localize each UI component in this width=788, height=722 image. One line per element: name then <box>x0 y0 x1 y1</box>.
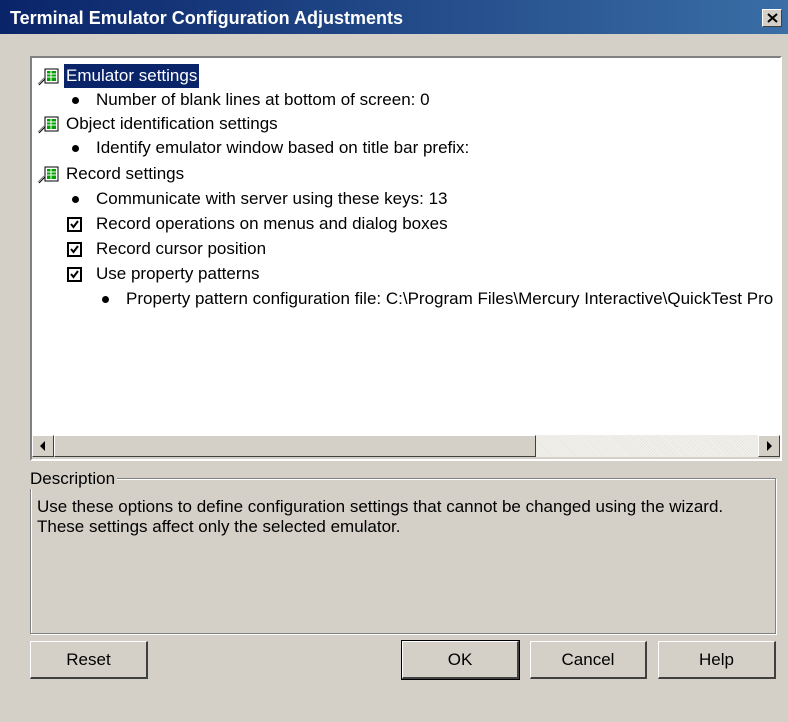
tree-item-label: Property pattern configuration file: C:\… <box>126 289 774 308</box>
scroll-right-button[interactable] <box>758 435 780 457</box>
tree-content: Emulator settings Number of blank lines … <box>32 58 778 435</box>
arrow-left-icon <box>40 441 45 451</box>
horizontal-scrollbar[interactable] <box>32 435 780 459</box>
tree-item[interactable]: Number of blank lines at bottom of scree… <box>32 88 432 112</box>
description-line: These settings affect only the selected … <box>37 517 401 536</box>
help-button[interactable]: Help <box>658 641 776 679</box>
description-line: Use these options to define configuratio… <box>37 497 724 516</box>
checkmark-icon <box>70 245 79 254</box>
tree-item[interactable]: Identify emulator window based on title … <box>32 136 471 160</box>
close-icon <box>767 13 778 23</box>
checkmark-icon <box>70 220 79 229</box>
settings-category-icon <box>37 166 59 184</box>
tree-checkbox-item[interactable]: Use property patterns <box>32 262 261 286</box>
tree-item-label: Identify emulator window based on title … <box>96 138 470 157</box>
bullet-icon <box>72 196 79 203</box>
settings-tree[interactable]: Emulator settings Number of blank lines … <box>30 56 782 461</box>
close-button[interactable] <box>762 9 782 27</box>
tree-category-emulator-settings[interactable]: Emulator settings <box>36 64 336 88</box>
scroll-thumb[interactable] <box>54 435 536 457</box>
property-patterns-checkbox[interactable] <box>67 267 82 282</box>
scroll-left-button[interactable] <box>32 435 54 457</box>
bullet-icon <box>72 145 79 152</box>
tree-category-object-identification[interactable]: Object identification settings <box>36 112 280 136</box>
tree-item-label: Record cursor position <box>96 239 267 258</box>
description-text: Use these options to define configuratio… <box>37 497 767 537</box>
tree-item-label: Communicate with server using these keys… <box>96 189 448 208</box>
reset-button[interactable]: Reset <box>30 641 148 679</box>
description-legend: Description <box>28 469 118 489</box>
tree-category-record-settings[interactable]: Record settings <box>36 162 186 186</box>
scroll-track[interactable] <box>536 435 758 457</box>
cancel-button[interactable]: Cancel <box>530 641 647 679</box>
tree-item-label: Record operations on menus and dialog bo… <box>96 214 448 233</box>
tree-category-label: Record settings <box>66 164 185 183</box>
tree-category-label: Object identification settings <box>66 114 278 133</box>
record-menus-checkbox[interactable] <box>67 217 82 232</box>
arrow-right-icon <box>767 441 772 451</box>
tree-item[interactable]: Communicate with server using these keys… <box>32 187 450 211</box>
window-title: Terminal Emulator Configuration Adjustme… <box>10 8 404 28</box>
checkmark-icon <box>70 270 79 279</box>
ok-button[interactable]: OK <box>401 640 520 680</box>
bullet-icon <box>72 97 79 104</box>
bullet-icon <box>102 296 109 303</box>
record-cursor-checkbox[interactable] <box>67 242 82 257</box>
tree-item-label: Use property patterns <box>96 264 260 283</box>
tree-checkbox-item[interactable]: Record operations on menus and dialog bo… <box>32 212 450 236</box>
title-bar: Terminal Emulator Configuration Adjustme… <box>0 0 788 34</box>
settings-category-icon <box>37 116 59 134</box>
tree-category-label: Emulator settings <box>64 64 200 88</box>
tree-item[interactable]: Property pattern configuration file: C:\… <box>32 287 775 311</box>
tree-checkbox-item[interactable]: Record cursor position <box>32 237 268 261</box>
tree-item-label: Number of blank lines at bottom of scree… <box>96 90 430 109</box>
settings-category-icon <box>37 68 59 86</box>
